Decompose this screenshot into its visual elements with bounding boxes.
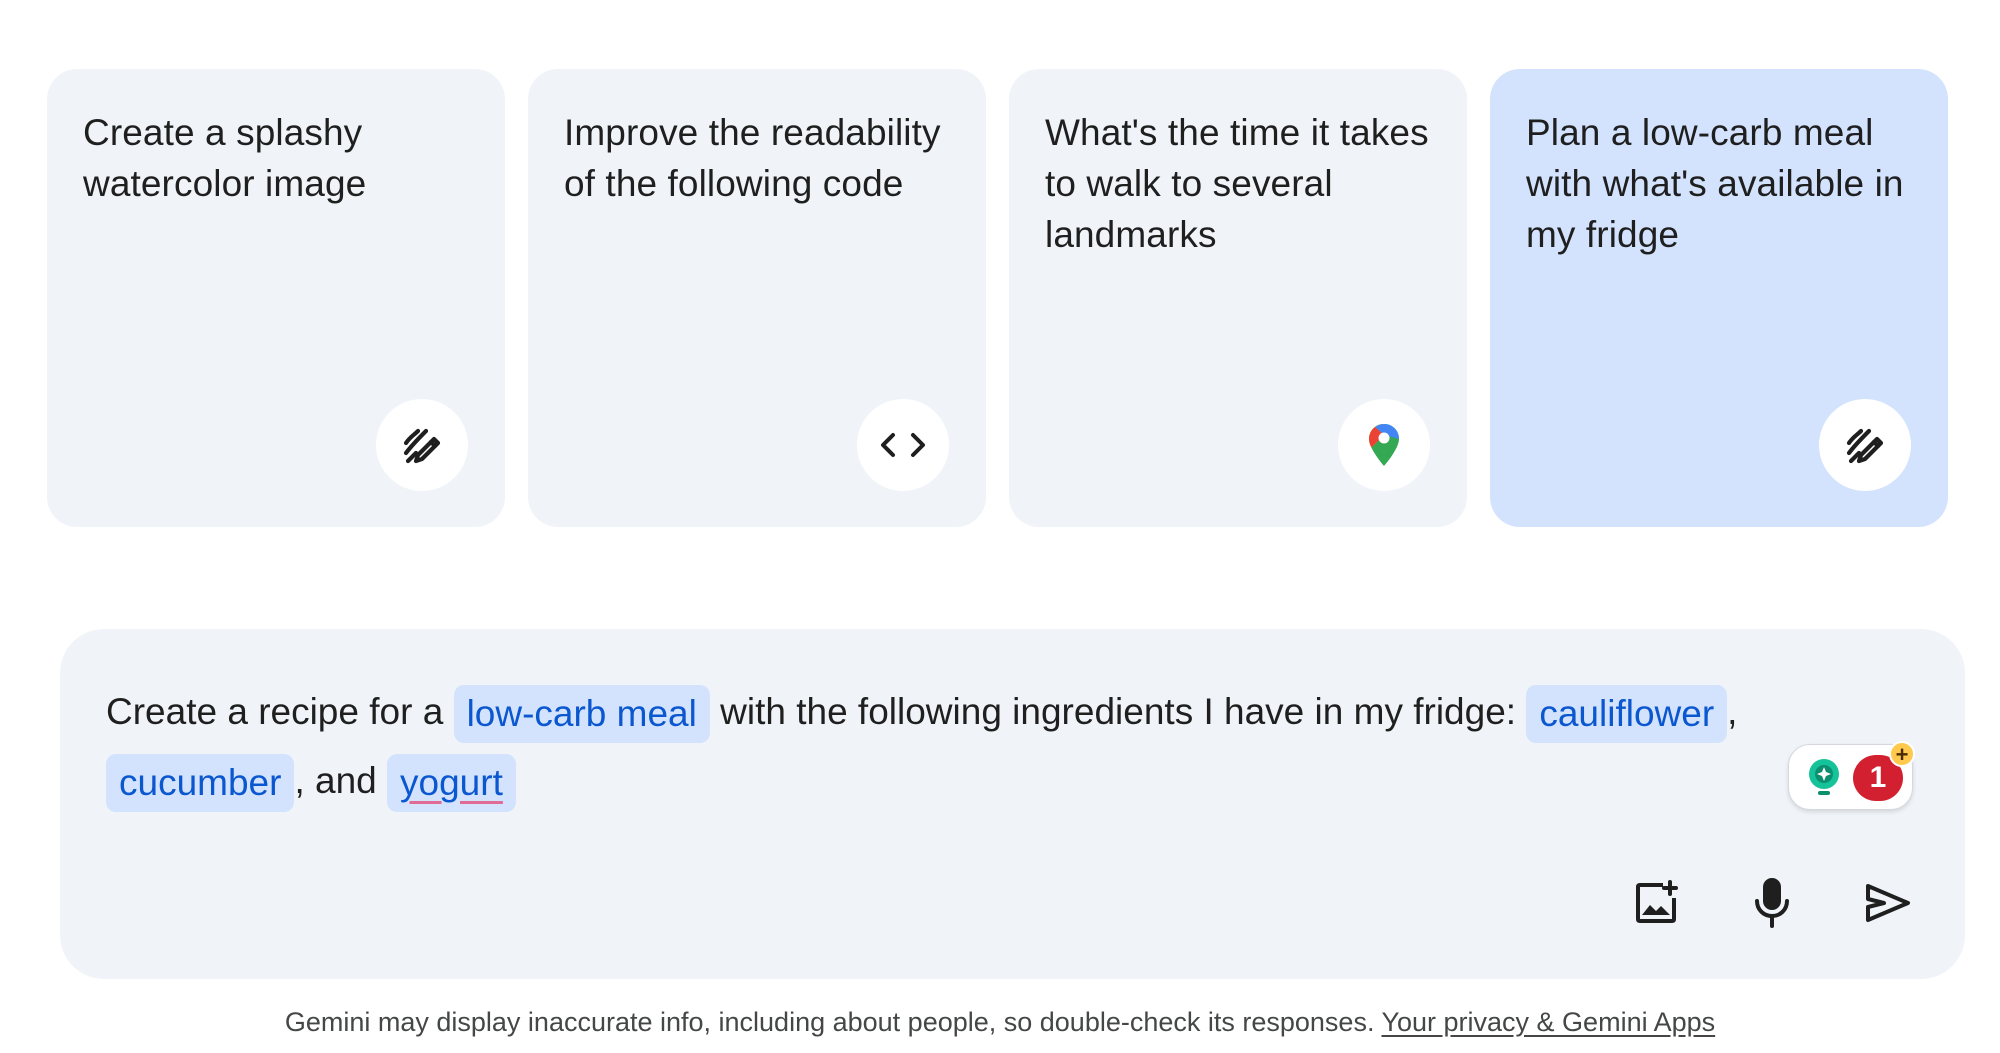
send-icon (1866, 884, 1910, 922)
suggestion-card-text: What's the time it takes to walk to seve… (1045, 112, 1429, 255)
edit-sparkle-icon (1819, 399, 1911, 491)
prompt-actions (1624, 871, 1920, 935)
footer-disclaimer: Gemini may display inaccurate info, incl… (0, 1004, 2000, 1040)
suggestion-card-text: Improve the readability of the following… (564, 112, 941, 204)
disclaimer-text: Gemini may display inaccurate info, incl… (284, 1007, 1382, 1037)
microphone-button[interactable] (1740, 871, 1804, 935)
suggestion-card-low-carb-meal[interactable]: Plan a low-carb meal with what's availab… (1490, 69, 1948, 527)
prompt-chip-yogurt[interactable]: yogurt (387, 754, 516, 813)
send-button[interactable] (1856, 871, 1920, 935)
prompt-text-segment: , and (294, 760, 388, 801)
suggestion-card-watercolor[interactable]: Create a splashy watercolor image (47, 69, 505, 527)
edit-sparkle-icon (376, 399, 468, 491)
code-icon (857, 399, 949, 491)
prompt-text-segment: , (1727, 691, 1738, 732)
google-maps-pin-icon (1338, 399, 1430, 491)
grammar-checker-widget[interactable]: 1 + (1788, 741, 1915, 810)
microphone-icon (1755, 878, 1789, 928)
lightbulb-icon (1805, 758, 1843, 805)
prompt-chip-cucumber[interactable]: cucumber (106, 754, 295, 813)
prompt-input-text[interactable]: Create a recipe for a low-carb meal with… (106, 677, 1836, 815)
suggestion-card-text: Plan a low-carb meal with what's availab… (1526, 112, 1904, 255)
prompt-chip-cauliflower[interactable]: cauliflower (1526, 685, 1728, 744)
add-image-button[interactable] (1624, 871, 1688, 935)
prompt-text-segment: Create a recipe for a (106, 691, 454, 732)
prompt-chip-yogurt-label: yogurt (400, 762, 503, 804)
privacy-link[interactable]: Your privacy & Gemini Apps (1381, 1007, 1715, 1037)
suggestion-cards: Create a splashy watercolor image Improv… (47, 69, 1948, 527)
suggestion-card-text: Create a splashy watercolor image (83, 112, 367, 204)
suggestion-card-landmarks[interactable]: What's the time it takes to walk to seve… (1009, 69, 1467, 527)
prompt-chip-low-carb-meal[interactable]: low-carb meal (453, 685, 710, 744)
prompt-input-box[interactable]: Create a recipe for a low-carb meal with… (60, 629, 1965, 979)
suggestion-card-code[interactable]: Improve the readability of the following… (528, 69, 986, 527)
grammar-plus-badge: + (1889, 741, 1915, 767)
add-image-icon (1636, 880, 1678, 923)
prompt-text-segment: with the following ingredients I have in… (709, 691, 1527, 732)
